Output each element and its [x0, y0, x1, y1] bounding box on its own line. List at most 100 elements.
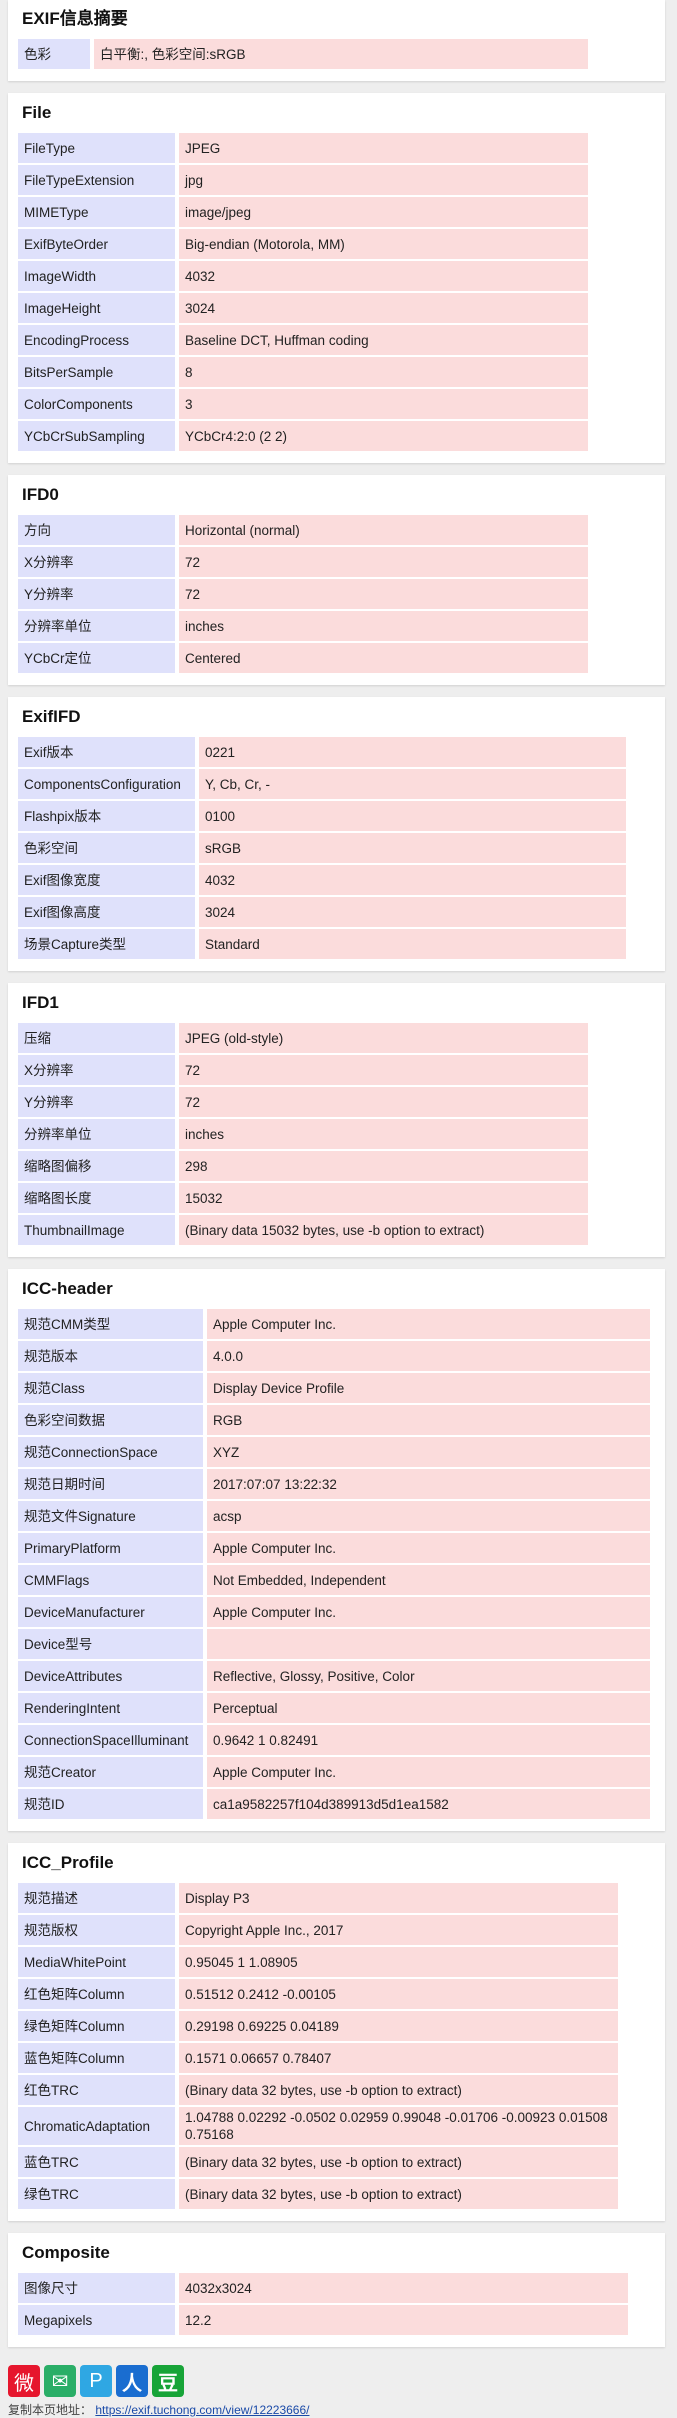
field-value: Display Device Profile — [205, 1373, 650, 1403]
wechat-share-icon[interactable]: ✉ — [44, 2365, 76, 2397]
field-key: X分辨率 — [18, 1055, 177, 1085]
field-key: Megapixels — [18, 2305, 177, 2335]
field-value: (Binary data 32 bytes, use -b option to … — [177, 2179, 618, 2209]
field-key: ThumbnailImage — [18, 1215, 177, 1245]
table-row: 蓝色矩阵Column 0.1571 0.06657 0.78407 — [18, 2043, 618, 2073]
douban-share-icon[interactable]: 豆 — [152, 2365, 184, 2397]
table-row: 图像尺寸 4032x3024 — [18, 2273, 628, 2303]
table-row: 绿色TRC (Binary data 32 bytes, use -b optio… — [18, 2179, 618, 2209]
field-value: Apple Computer Inc. — [205, 1757, 650, 1787]
section-ifd1: IFD1 压缩 JPEG (old-style) X分辨率 72 Y分辨率 72 分辨率单位 i… — [8, 983, 665, 1257]
field-value: 4032x3024 — [177, 2273, 628, 2303]
exif-table: 色彩 白平衡:, 色彩空间:sRGB — [18, 37, 588, 71]
field-value: 8 — [177, 357, 588, 387]
field-key: 规范日期时间 — [18, 1469, 205, 1499]
field-value: ca1a9582257f104d389913d5d1ea1582 — [205, 1789, 650, 1819]
pengyou-share-icon[interactable]: P — [80, 2365, 112, 2397]
table-row: 规范版本 4.0.0 — [18, 1341, 650, 1371]
field-key: 规范Class — [18, 1373, 205, 1403]
table-row: 绿色矩阵Column 0.29198 0.69225 0.04189 — [18, 2011, 618, 2041]
field-key: 色彩空间 — [18, 833, 197, 863]
section-exififd: ExifIFD Exif版本 0221 ComponentsConfiguration… — [8, 697, 665, 971]
table-row: CMMFlags Not Embedded, Independent — [18, 1565, 650, 1595]
field-value: Standard — [197, 929, 626, 959]
field-value: 72 — [177, 1087, 588, 1117]
field-key: ExifByteOrder — [18, 229, 177, 259]
table-row: ImageWidth 4032 — [18, 261, 588, 291]
section-title: IFD0 — [22, 485, 59, 504]
table-row: 分辨率单位 inches — [18, 611, 588, 641]
field-value: sRGB — [197, 833, 626, 863]
section-title: Composite — [22, 2243, 110, 2262]
field-value: 72 — [177, 1055, 588, 1085]
field-value: 2017:07:07 13:22:32 — [205, 1469, 650, 1499]
field-value: (Binary data 32 bytes, use -b option to … — [177, 2075, 618, 2105]
field-key: 分辨率单位 — [18, 1119, 177, 1149]
field-value: 12.2 — [177, 2305, 628, 2335]
table-row: YCbCrSubSampling YCbCr4:2:0 (2 2) — [18, 421, 588, 451]
field-value: (Binary data 15032 bytes, use -b option … — [177, 1215, 588, 1245]
table-row: X分辨率 72 — [18, 547, 588, 577]
table-row: Exif图像宽度 4032 — [18, 865, 626, 895]
field-value — [205, 1629, 650, 1659]
field-key: 绿色TRC — [18, 2179, 177, 2209]
exif-table: FileType JPEG FileTypeExtension jpg MIMEType… — [18, 131, 588, 453]
table-row: 分辨率单位 inches — [18, 1119, 588, 1149]
exif-table: 图像尺寸 4032x3024 Megapixels 12.2 — [18, 2271, 628, 2337]
field-key: 蓝色TRC — [18, 2147, 177, 2177]
field-value: JPEG (old-style) — [177, 1023, 588, 1053]
field-value: YCbCr4:2:0 (2 2) — [177, 421, 588, 451]
table-row: ThumbnailImage (Binary data 15032 bytes, … — [18, 1215, 588, 1245]
page-footer: 微 ✉ P 人豆 复制本页地址： https://exif.tuchong.com/v… — [0, 2359, 677, 2418]
field-key: FileType — [18, 133, 177, 163]
table-row: Exif版本 0221 — [18, 737, 626, 767]
field-value: 4.0.0 — [205, 1341, 650, 1371]
share-bar: 微 ✉ P 人豆 — [8, 2365, 669, 2397]
field-value: Baseline DCT, Huffman coding — [177, 325, 588, 355]
table-row: 压缩 JPEG (old-style) — [18, 1023, 588, 1053]
field-key: 规范Creator — [18, 1757, 205, 1787]
table-row: 规范描述 Display P3 — [18, 1883, 618, 1913]
field-value: Display P3 — [177, 1883, 618, 1913]
table-row: Flashpix版本 0100 — [18, 801, 626, 831]
field-value: Centered — [177, 643, 588, 673]
table-row: 规范日期时间 2017:07:07 13:22:32 — [18, 1469, 650, 1499]
field-value: 0.51512 0.2412 -0.00105 — [177, 1979, 618, 2009]
field-key: 规范版权 — [18, 1915, 177, 1945]
table-row: Device型号 — [18, 1629, 650, 1659]
exif-sections: EXIF信息摘要色彩 白平衡:, 色彩空间:sRGB File FileType JPE… — [0, 0, 677, 2347]
section-ifd0: IFD0 方向 Horizontal (normal) X分辨率 72 Y分辨率 72 分辨率… — [8, 475, 665, 685]
table-row: 规范文件Signature acsp — [18, 1501, 650, 1531]
copy-url-line: 复制本页地址： https://exif.tuchong.com/view/12… — [8, 2401, 669, 2418]
field-key: FileTypeExtension — [18, 165, 177, 195]
copy-url-link[interactable]: https://exif.tuchong.com/view/12223666/ — [95, 2403, 309, 2417]
field-key: 规范ID — [18, 1789, 205, 1819]
field-value: Apple Computer Inc. — [205, 1597, 650, 1627]
table-row: 色彩 白平衡:, 色彩空间:sRGB — [18, 39, 588, 69]
table-row: MediaWhitePoint 0.95045 1 1.08905 — [18, 1947, 618, 1977]
field-key: ImageHeight — [18, 293, 177, 323]
field-value: 0.1571 0.06657 0.78407 — [177, 2043, 618, 2073]
field-value: 0.9642 1 0.82491 — [205, 1725, 650, 1755]
field-key: 规范版本 — [18, 1341, 205, 1371]
section-icc-profile: ICC_Profile 规范描述 Display P3 规范版权 Copyright A… — [8, 1843, 665, 2221]
table-row: ChromaticAdaptation 1.04788 0.02292 -0.05… — [18, 2107, 618, 2145]
field-key: 绿色矩阵Column — [18, 2011, 177, 2041]
table-row: ColorComponents 3 — [18, 389, 588, 419]
table-row: 红色TRC (Binary data 32 bytes, use -b optio… — [18, 2075, 618, 2105]
field-value: jpg — [177, 165, 588, 195]
field-key: Y分辨率 — [18, 1087, 177, 1117]
field-key: Exif图像宽度 — [18, 865, 197, 895]
section-file: File FileType JPEG FileTypeExtension jpg MIME… — [8, 93, 665, 463]
weibo-share-icon[interactable]: 微 — [8, 2365, 40, 2397]
section-title: EXIF信息摘要 — [22, 9, 128, 28]
field-value: 15032 — [177, 1183, 588, 1213]
field-key: 色彩 — [18, 39, 92, 69]
table-row: PrimaryPlatform Apple Computer Inc. — [18, 1533, 650, 1563]
field-key: 图像尺寸 — [18, 2273, 177, 2303]
field-key: 压缩 — [18, 1023, 177, 1053]
table-row: DeviceAttributes Reflective, Glossy, Posi… — [18, 1661, 650, 1691]
field-value: acsp — [205, 1501, 650, 1531]
renren-share-icon[interactable]: 人 — [116, 2365, 148, 2397]
table-row: BitsPerSample 8 — [18, 357, 588, 387]
